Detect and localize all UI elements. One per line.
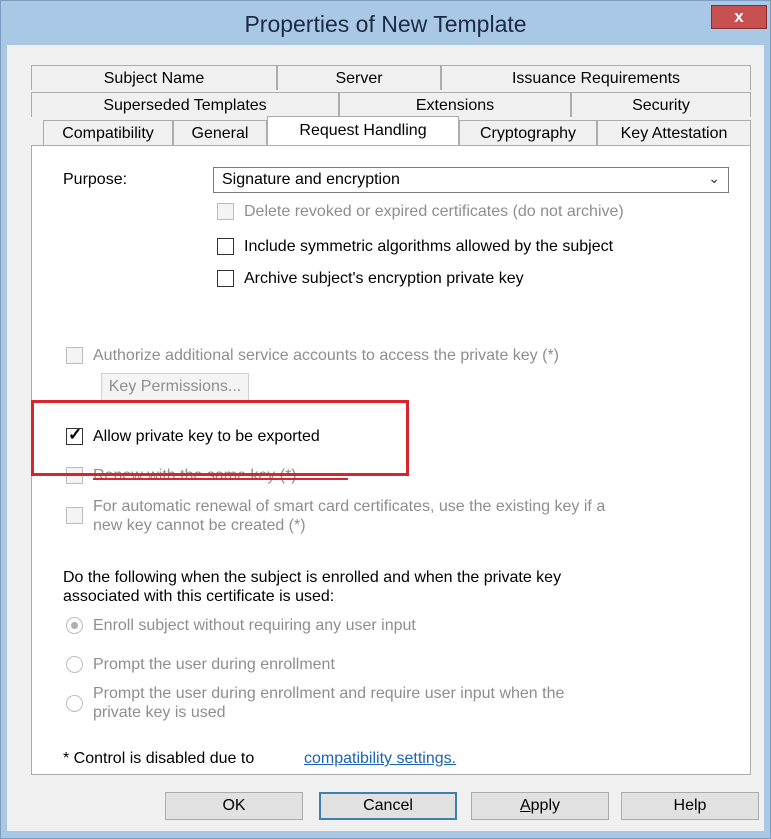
authorize-service-accounts-label: Authorize additional service accounts to… [93, 347, 560, 364]
tab-subject-name[interactable]: Subject Name [31, 65, 277, 90]
include-symmetric-checkbox[interactable] [217, 238, 234, 255]
compatibility-settings-link[interactable]: compatibility settings. [304, 750, 456, 768]
help-button[interactable]: Help [621, 792, 759, 820]
tab-compatibility[interactable]: Compatibility [43, 120, 173, 145]
authorize-service-accounts-checkbox[interactable] [66, 347, 83, 364]
tab-cryptography[interactable]: Cryptography [459, 120, 597, 145]
prompt-require-input-line2: private key is used [93, 704, 226, 721]
tab-key-attestation[interactable]: Key Attestation [597, 120, 751, 145]
footnote-text: * Control is disabled due to [63, 750, 255, 767]
prompt-during-enrollment-label: Prompt the user during enrollment [93, 656, 335, 673]
tab-extensions[interactable]: Extensions [339, 92, 571, 117]
ok-button[interactable]: OK [165, 792, 303, 820]
window-title: Properties of New Template [244, 11, 527, 37]
smart-card-renewal-checkbox[interactable] [66, 507, 83, 524]
title-bar[interactable]: Properties of New Template x [1, 1, 770, 45]
purpose-dropdown[interactable]: Signature and encryption ⌄ [213, 167, 729, 193]
key-permissions-button[interactable]: Key Permissions... [101, 373, 249, 401]
apply-button[interactable]: Apply [471, 792, 609, 820]
delete-revoked-label: Delete revoked or expired certificates (… [244, 203, 624, 220]
checkmark-icon: ✓ [68, 425, 83, 444]
tab-security[interactable]: Security [571, 92, 751, 117]
apply-access-key: A [519, 797, 531, 814]
smart-card-renewal-line1: For automatic renewal of smart card cert… [93, 498, 606, 515]
prompt-require-input-radio[interactable] [66, 695, 83, 712]
strikethrough-mark [93, 478, 348, 480]
tab-general[interactable]: General [173, 120, 267, 145]
enroll-no-input-radio[interactable] [66, 617, 83, 634]
prompt-require-input-line1: Prompt the user during enrollment and re… [93, 685, 565, 702]
renew-same-key-label: Renew with the same key (*) [93, 467, 297, 484]
apply-label-rest: pply [530, 797, 561, 814]
tab-server[interactable]: Server [277, 65, 441, 90]
purpose-selected-value: Signature and encryption [222, 171, 400, 188]
allow-export-label: Allow private key to be exported [93, 428, 320, 445]
prompt-during-enrollment-radio[interactable] [66, 656, 83, 673]
delete-revoked-checkbox[interactable] [217, 203, 234, 220]
chevron-down-icon: ⌄ [708, 170, 720, 186]
dialog-window: Properties of New Template x Subject Nam… [0, 0, 771, 839]
include-symmetric-label: Include symmetric algorithms allowed by … [244, 238, 614, 255]
purpose-label: Purpose: [63, 171, 128, 188]
tab-request-handling[interactable]: Request Handling [267, 116, 459, 145]
enroll-no-input-label: Enroll subject without requiring any use… [93, 617, 416, 634]
close-button[interactable]: x [711, 5, 767, 29]
tab-issuance-requirements[interactable]: Issuance Requirements [441, 65, 751, 90]
allow-export-checkbox[interactable]: ✓ [66, 425, 83, 445]
enrollment-heading-line1: Do the following when the subject is enr… [63, 569, 562, 586]
tab-superseded-templates[interactable]: Superseded Templates [31, 92, 339, 117]
enrollment-heading-line2: associated with this certificate is used… [63, 588, 335, 605]
radio-selected-dot [71, 622, 78, 629]
renew-same-key-checkbox[interactable] [66, 467, 83, 484]
smart-card-renewal-line2: new key cannot be created (*) [93, 517, 306, 534]
archive-key-checkbox[interactable] [217, 270, 234, 287]
cancel-button[interactable]: Cancel [319, 792, 457, 820]
archive-key-label: Archive subject's encryption private key [244, 270, 524, 287]
